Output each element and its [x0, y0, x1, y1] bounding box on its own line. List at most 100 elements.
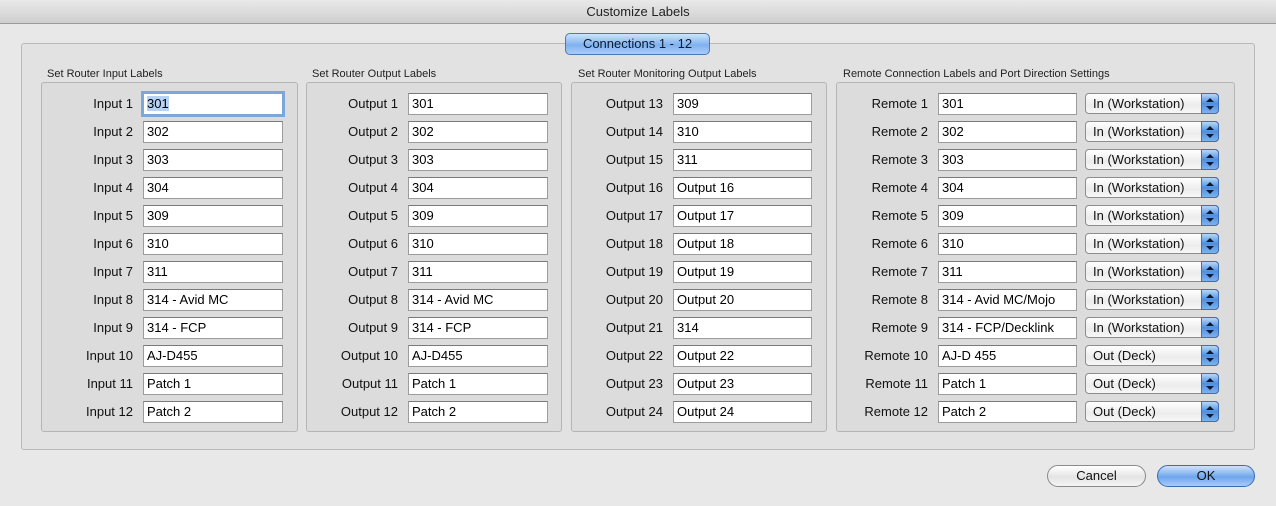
inputs-label-6: Input 6: [93, 236, 133, 251]
port-direction-select-1[interactable]: In (Workstation): [1085, 93, 1219, 114]
remote-field-value-11: Patch 1: [942, 376, 987, 391]
inputs-field-2[interactable]: 302: [143, 121, 283, 143]
outputs-field-5[interactable]: 309: [408, 205, 548, 227]
ok-button[interactable]: OK: [1157, 465, 1255, 487]
inputs-field-4[interactable]: 304: [143, 177, 283, 199]
inputs-field-9[interactable]: 314 - FCP: [143, 317, 283, 339]
port-direction-select-4[interactable]: In (Workstation): [1085, 177, 1219, 198]
monitoring-field-9[interactable]: 314: [673, 317, 812, 339]
remote-field-value-4: 304: [942, 180, 964, 195]
inputs-field-10[interactable]: AJ-D455: [143, 345, 283, 367]
outputs-field-9[interactable]: 314 - FCP: [408, 317, 548, 339]
port-direction-select-10[interactable]: Out (Deck): [1085, 345, 1219, 366]
cancel-button[interactable]: Cancel: [1047, 465, 1146, 487]
monitoring-field-11[interactable]: Output 23: [673, 373, 812, 395]
remote-field-12[interactable]: Patch 2: [938, 401, 1077, 423]
outputs-field-11[interactable]: Patch 1: [408, 373, 548, 395]
remote-field-value-3: 303: [942, 152, 964, 167]
inputs-label-8: Input 8: [93, 292, 133, 307]
monitoring-field-6[interactable]: Output 18: [673, 233, 812, 255]
inputs-field-11[interactable]: Patch 1: [143, 373, 283, 395]
port-direction-value-6: In (Workstation): [1093, 236, 1185, 251]
inputs-field-8[interactable]: 314 - Avid MC: [143, 289, 283, 311]
outputs-field-12[interactable]: Patch 2: [408, 401, 548, 423]
inputs-field-12[interactable]: Patch 2: [143, 401, 283, 423]
remote-label-1: Remote 1: [871, 96, 928, 111]
remote-field-7[interactable]: 311: [938, 261, 1077, 283]
outputs-field-1[interactable]: 301: [408, 93, 548, 115]
remote-field-3[interactable]: 303: [938, 149, 1077, 171]
remote-field-6[interactable]: 310: [938, 233, 1077, 255]
remote-field-10[interactable]: AJ-D 455: [938, 345, 1077, 367]
port-direction-value-5: In (Workstation): [1093, 208, 1185, 223]
port-direction-value-2: In (Workstation): [1093, 124, 1185, 139]
outputs-field-8[interactable]: 314 - Avid MC: [408, 289, 548, 311]
port-direction-value-4: In (Workstation): [1093, 180, 1185, 195]
window-title: Customize Labels: [0, 0, 1276, 24]
monitoring-field-value-8: Output 20: [677, 292, 735, 307]
inputs-field-6[interactable]: 310: [143, 233, 283, 255]
monitoring-field-7[interactable]: Output 19: [673, 261, 812, 283]
remote-field-value-9: 314 - FCP/Decklink: [942, 320, 1054, 335]
monitoring-field-value-4: Output 16: [677, 180, 735, 195]
port-direction-select-2[interactable]: In (Workstation): [1085, 121, 1219, 142]
outputs-field-6[interactable]: 310: [408, 233, 548, 255]
outputs-label-2: Output 2: [348, 124, 398, 139]
inputs-label-11: Input 11: [86, 376, 133, 391]
monitoring-field-value-1: 309: [677, 96, 699, 111]
remote-field-9[interactable]: 314 - FCP/Decklink: [938, 317, 1077, 339]
port-direction-select-6[interactable]: In (Workstation): [1085, 233, 1219, 254]
outputs-field-4[interactable]: 304: [408, 177, 548, 199]
outputs-field-10[interactable]: AJ-D455: [408, 345, 548, 367]
inputs-field-7[interactable]: 311: [143, 261, 283, 283]
monitoring-field-10[interactable]: Output 22: [673, 345, 812, 367]
monitoring-field-3[interactable]: 311: [673, 149, 812, 171]
inputs-field-3[interactable]: 303: [143, 149, 283, 171]
inputs-field-5[interactable]: 309: [143, 205, 283, 227]
outputs-field-2[interactable]: 302: [408, 121, 548, 143]
remote-field-11[interactable]: Patch 1: [938, 373, 1077, 395]
port-direction-select-11[interactable]: Out (Deck): [1085, 373, 1219, 394]
tab-connections-1-12[interactable]: Connections 1 - 12: [565, 33, 710, 55]
inputs-field-1[interactable]: 301: [141, 91, 285, 117]
monitoring-field-8[interactable]: Output 20: [673, 289, 812, 311]
port-direction-value-8: In (Workstation): [1093, 292, 1185, 307]
outputs-field-value-1: 301: [412, 96, 434, 111]
inputs-field-value-1: 301: [147, 96, 169, 111]
outputs-field-value-6: 310: [412, 236, 434, 251]
monitoring-field-5[interactable]: Output 17: [673, 205, 812, 227]
outputs-label-1: Output 1: [348, 96, 398, 111]
outputs-field-7[interactable]: 311: [408, 261, 548, 283]
up-down-arrows-icon: [1201, 345, 1219, 366]
monitoring-field-12[interactable]: Output 24: [673, 401, 812, 423]
remote-field-1[interactable]: 301: [938, 93, 1077, 115]
inputs-field-value-3: 303: [147, 152, 169, 167]
inputs-label-12: Input 12: [86, 404, 133, 419]
outputs-field-value-5: 309: [412, 208, 434, 223]
port-direction-select-5[interactable]: In (Workstation): [1085, 205, 1219, 226]
port-direction-value-9: In (Workstation): [1093, 320, 1185, 335]
remote-field-4[interactable]: 304: [938, 177, 1077, 199]
monitoring-field-value-7: Output 19: [677, 264, 735, 279]
inputs-field-value-8: 314 - Avid MC: [147, 292, 229, 307]
outputs-label-3: Output 3: [348, 152, 398, 167]
monitoring-field-value-9: 314: [677, 320, 699, 335]
monitoring-field-4[interactable]: Output 16: [673, 177, 812, 199]
outputs-label-8: Output 8: [348, 292, 398, 307]
port-direction-select-3[interactable]: In (Workstation): [1085, 149, 1219, 170]
remote-field-5[interactable]: 309: [938, 205, 1077, 227]
monitoring-field-2[interactable]: 310: [673, 121, 812, 143]
port-direction-select-12[interactable]: Out (Deck): [1085, 401, 1219, 422]
remote-label-12: Remote 12: [864, 404, 928, 419]
port-direction-select-9[interactable]: In (Workstation): [1085, 317, 1219, 338]
outputs-field-3[interactable]: 303: [408, 149, 548, 171]
outputs-field-value-4: 304: [412, 180, 434, 195]
monitoring-label-5: Output 17: [605, 208, 663, 223]
outputs-label-11: Output 11: [341, 376, 398, 391]
remote-field-8[interactable]: 314 - Avid MC/Mojo: [938, 289, 1077, 311]
remote-field-2[interactable]: 302: [938, 121, 1077, 143]
port-direction-select-8[interactable]: In (Workstation): [1085, 289, 1219, 310]
monitoring-field-1[interactable]: 309: [673, 93, 812, 115]
port-direction-select-7[interactable]: In (Workstation): [1085, 261, 1219, 282]
outputs-field-value-8: 314 - Avid MC: [412, 292, 494, 307]
